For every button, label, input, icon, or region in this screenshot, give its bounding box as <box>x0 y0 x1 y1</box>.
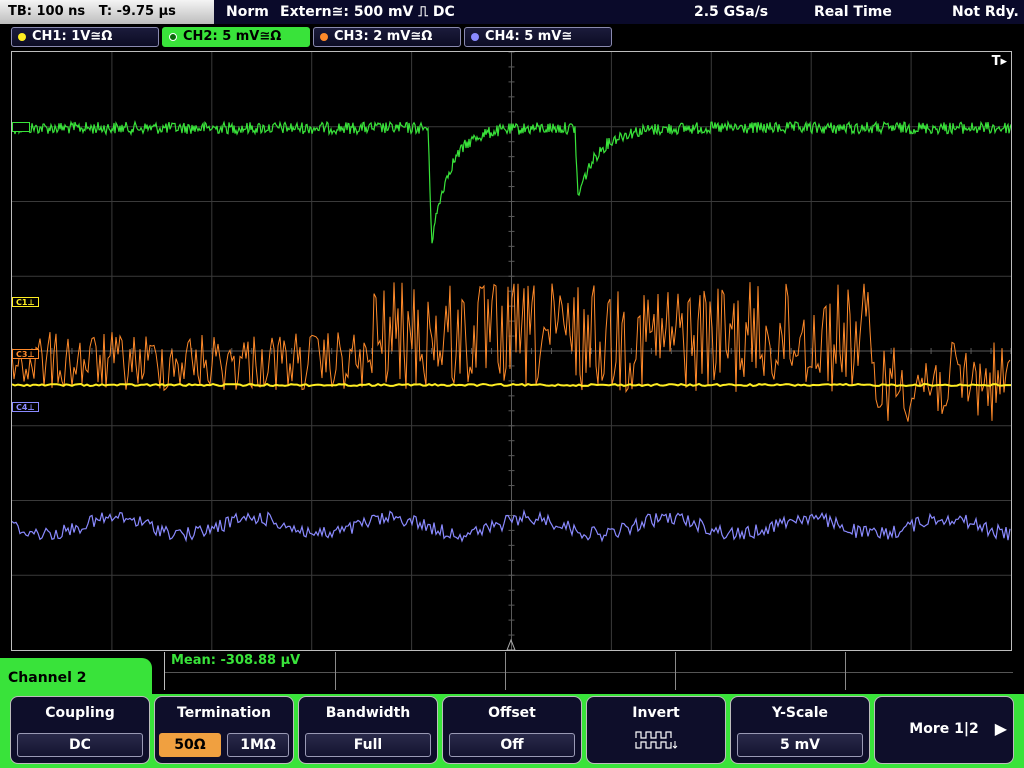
sample-rate: 2.5 GSa/s <box>694 4 769 20</box>
invert-waveform-icon <box>635 731 678 749</box>
waveform-canvas <box>12 52 1011 650</box>
coupling-softkey[interactable]: Coupling DC <box>10 696 150 764</box>
softkey-bar: Coupling DC Termination 50Ω 1MΩ Bandwidt… <box>0 694 1024 768</box>
offset-value[interactable]: Off <box>449 733 575 757</box>
trigger-source[interactable]: Extern≅: 500 mV ⎍ DC <box>280 0 455 24</box>
coupling-title: Coupling <box>45 705 115 721</box>
termination-50ohm-option[interactable]: 50Ω <box>159 733 221 757</box>
channel-tabs: CH1: 1V≅Ω CH2: 5 mV≅Ω CH3: 2 mV≅Ω CH4: 5… <box>0 24 1024 50</box>
yscale-softkey[interactable]: Y-Scale 5 mV <box>730 696 870 764</box>
invert-softkey[interactable]: Invert <box>586 696 726 764</box>
bandwidth-title: Bandwidth <box>325 705 411 721</box>
ch3-color-icon <box>320 33 328 41</box>
ch4-color-icon <box>471 33 479 41</box>
ch1-ground-marker[interactable]: C1⊥ <box>12 297 39 307</box>
offset-softkey[interactable]: Offset Off <box>442 696 582 764</box>
tab-ch4-label: CH4: 5 mV≅ <box>485 29 573 44</box>
trigger-mode[interactable]: Norm <box>226 0 269 24</box>
more-softkey[interactable]: More 1|2 ▶ <box>874 696 1014 764</box>
next-page-icon: ▶ <box>994 719 1007 738</box>
measurement-divider <box>165 672 1013 673</box>
measurement-divider <box>845 652 846 690</box>
tab-ch3[interactable]: CH3: 2 mV≅Ω <box>313 27 461 47</box>
measurement-divider <box>505 652 506 690</box>
ch1-color-icon <box>18 33 26 41</box>
acquisition-mode: Real Time <box>814 4 892 20</box>
timebase-readout[interactable]: TB: 100 ns T: -9.75 µs <box>0 0 214 24</box>
waveform-display[interactable]: C1⊥ C3⊥ C4⊥ T▸ <box>11 51 1012 651</box>
tab-ch2-label: CH2: 5 mV≅Ω <box>183 29 282 44</box>
status-bar: TB: 100 ns T: -9.75 µs Norm Extern≅: 500… <box>0 0 1024 24</box>
tab-ch3-label: CH3: 2 mV≅Ω <box>334 29 433 44</box>
bandwidth-softkey[interactable]: Bandwidth Full <box>298 696 438 764</box>
offset-title: Offset <box>488 705 536 721</box>
yscale-value[interactable]: 5 mV <box>737 733 863 757</box>
measurement-divider <box>335 652 336 690</box>
more-label: More 1|2 <box>909 721 979 737</box>
tab-ch1-label: CH1: 1V≅Ω <box>32 29 113 44</box>
measurement-divider <box>675 652 676 690</box>
tab-ch4[interactable]: CH4: 5 mV≅ <box>464 27 612 47</box>
bandwidth-value[interactable]: Full <box>305 733 431 757</box>
ch4-ground-marker[interactable]: C4⊥ <box>12 402 39 412</box>
ch2-color-icon <box>169 33 177 41</box>
tab-ch1[interactable]: CH1: 1V≅Ω <box>11 27 159 47</box>
measurement-panel: Mean: -308.88 µV <box>164 652 1013 690</box>
ch3-ground-marker[interactable]: C3⊥ <box>12 349 39 359</box>
termination-softkey[interactable]: Termination 50Ω 1MΩ <box>154 696 294 764</box>
invert-title: Invert <box>632 705 680 721</box>
acquisition-status: Not Rdy. <box>952 4 1019 20</box>
termination-1mohm-option[interactable]: 1MΩ <box>227 733 289 757</box>
ch2-ground-marker[interactable] <box>12 122 30 132</box>
tab-ch2[interactable]: CH2: 5 mV≅Ω <box>162 27 310 47</box>
coupling-value[interactable]: DC <box>17 733 143 757</box>
yscale-title: Y-Scale <box>771 705 828 721</box>
trigger-level-marker[interactable]: T▸ <box>992 54 1007 69</box>
termination-title: Termination <box>177 705 271 721</box>
mean-measurement[interactable]: Mean: -308.88 µV <box>171 653 300 668</box>
